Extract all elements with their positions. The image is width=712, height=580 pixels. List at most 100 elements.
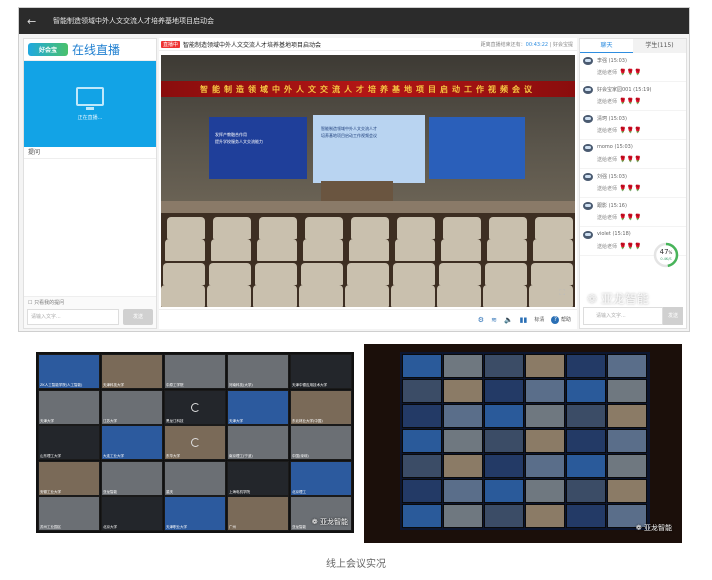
- room-video-tile: [525, 454, 565, 478]
- tile-label: 天津科技大学: [103, 383, 124, 387]
- video-tile: 广州: [227, 496, 289, 531]
- seat: [485, 263, 527, 285]
- qa-only-mine-checkbox[interactable]: ☐ 只看我的提问: [24, 297, 156, 308]
- room-video-tile: [443, 429, 483, 453]
- help-button[interactable]: ? 帮助: [551, 315, 571, 324]
- seat: [535, 217, 573, 239]
- photo-caption: 线上会议实况: [326, 559, 386, 570]
- volume-icon[interactable]: 🔈: [504, 316, 513, 324]
- conference-grid-photo: 亚龙智能 广州 天津职业大学 北京大学 苏州工业园区 北京理工 上海电机学院 重庆 亚龙智能 安徽…: [36, 352, 354, 533]
- chat-message-author: momo (15:03): [597, 144, 633, 150]
- rose-icon: 🌹🌹🌹: [619, 156, 642, 163]
- rose-icon: 🌹🌹🌹: [619, 69, 642, 76]
- room-video-tile: [607, 379, 647, 403]
- room-video-tile: [402, 354, 442, 378]
- room-video-tile: [525, 429, 565, 453]
- room-display-wall: [400, 352, 650, 530]
- seat: [165, 239, 205, 261]
- room-video-tile: [607, 354, 647, 378]
- seat: [347, 263, 389, 285]
- chat-message-text: 送给老师 🌹🌹🌹: [597, 98, 642, 105]
- room-video-tile: [484, 454, 524, 478]
- room-video-tile: [525, 479, 565, 503]
- tile-label: 天津大学: [40, 418, 54, 423]
- chat-tabs: 聊天 学生(115): [580, 39, 686, 53]
- seat: [345, 285, 389, 307]
- video-tile: 天津科技大学: [101, 354, 163, 389]
- room-video-tile: [484, 479, 524, 503]
- loading-spinner-icon: [191, 438, 200, 447]
- tile-label: 北京大学: [103, 525, 117, 529]
- avatar-icon: [583, 144, 593, 152]
- chat-message-text: 送给老师 🌹🌹🌹: [597, 156, 642, 163]
- tile-label: 黑龙江科技: [166, 418, 184, 423]
- avatar-icon: [583, 115, 593, 123]
- video-tile: 东华大学: [164, 425, 226, 460]
- video-tile: ZK人工智能学院(人工智能): [38, 354, 100, 389]
- chat-message: 清珂 (15:03) 送给老师 🌹🌹🌹: [580, 111, 686, 140]
- room-video-tile: [525, 404, 565, 428]
- seat: [255, 263, 297, 285]
- tile-label: 河南科技(大学): [229, 383, 253, 387]
- chat-message: 好会宝家园001 (15:19) 送给老师 🌹🌹🌹: [580, 82, 686, 111]
- room-video-tile: [566, 404, 606, 428]
- back-arrow-icon[interactable]: ←: [27, 15, 43, 28]
- qa-send-button[interactable]: 发送: [123, 309, 153, 325]
- window-title: 智能制造领域中外人文交流人才培养基地项目启动会: [53, 17, 214, 25]
- tab-students[interactable]: 学生(115): [633, 39, 686, 53]
- seat: [303, 239, 343, 261]
- room-video-tile: [566, 379, 606, 403]
- settings-icon[interactable]: ⚙: [478, 316, 484, 324]
- avatar-icon: [583, 86, 593, 94]
- tile-label: ZK人工智能学院(人工智能): [40, 383, 83, 387]
- rose-icon: 🌹🌹🌹: [619, 98, 642, 105]
- seat: [213, 217, 251, 239]
- volume-bar-icon[interactable]: ▮▮: [520, 316, 528, 324]
- seat: [395, 239, 435, 261]
- qa-input[interactable]: 请输入文字...: [27, 309, 119, 325]
- chat-list: 李强 (15:03) 送给老师 🌹🌹🌹 好会宝家园001 (15:19) 送给老师 🌹🌹🌹…: [580, 53, 686, 256]
- seat: [161, 285, 205, 307]
- chat-input[interactable]: 请输入文字...: [583, 307, 663, 325]
- chat-message-text: 送给老师 🌹🌹🌹: [597, 214, 642, 221]
- seat: [439, 263, 481, 285]
- fullscreen-icon[interactable]: ⛶: [559, 288, 565, 298]
- room-video-tile: [443, 354, 483, 378]
- live-video[interactable]: 智能制造领域中外人文交流人才培养基地项目启动工作视频会议 发挥产教融合作用 提升…: [161, 55, 575, 307]
- room-video-tile: [443, 454, 483, 478]
- network-gauge-label: 47% 0.4K/S: [659, 248, 673, 261]
- tile-label: 大连工业大学: [103, 454, 124, 458]
- tile-label: 东北林业大学(中国): [292, 418, 323, 423]
- seat: [393, 263, 435, 285]
- brand-header: 好会宝 在线直播: [24, 39, 156, 61]
- qa-list: [24, 159, 156, 294]
- left-projection-screen: 发挥产教融合作用 提升学校服务人文交流能力: [209, 117, 307, 179]
- quality-selector[interactable]: 标清: [534, 316, 544, 323]
- room-video-tile: [484, 429, 524, 453]
- video-header: 直播中 智能制造领域中外人文交流人才培养基地项目启动会 距离直播结束还有：00:…: [159, 38, 577, 51]
- room-video-tile: [566, 429, 606, 453]
- conference-banner: 智能制造领域中外人文交流人才培养基地项目启动工作视频会议: [161, 81, 575, 97]
- wifi-icon[interactable]: ≋: [491, 316, 497, 324]
- video-tile: 黑龙江科技: [164, 389, 226, 425]
- room-video-tile: [484, 504, 524, 528]
- monitor-icon: [76, 87, 104, 110]
- room-video-tile: [402, 479, 442, 503]
- video-tile: 江苏大学: [101, 389, 163, 425]
- chat-message-author: 李强 (15:03): [597, 58, 627, 64]
- room-video-tile: [402, 454, 442, 478]
- chat-message: 跟影 (15:16) 送给老师 🌹🌹🌹: [580, 198, 686, 227]
- seat: [211, 239, 251, 261]
- video-tile: 河南科技(大学): [227, 354, 289, 389]
- chat-send-button[interactable]: 发送: [663, 307, 683, 325]
- seat: [301, 263, 343, 285]
- room-video-tile: [607, 454, 647, 478]
- video-tile: 山东理工大学: [38, 425, 100, 460]
- qa-footer: ☐ 只看我的提问 请输入文字... 发送: [24, 296, 156, 328]
- seat: [489, 217, 527, 239]
- room-video-tile: [484, 404, 524, 428]
- qa-header: 提问: [24, 147, 156, 159]
- tab-chat[interactable]: 聊天: [580, 39, 633, 53]
- seat: [305, 217, 343, 239]
- seat: [483, 285, 527, 307]
